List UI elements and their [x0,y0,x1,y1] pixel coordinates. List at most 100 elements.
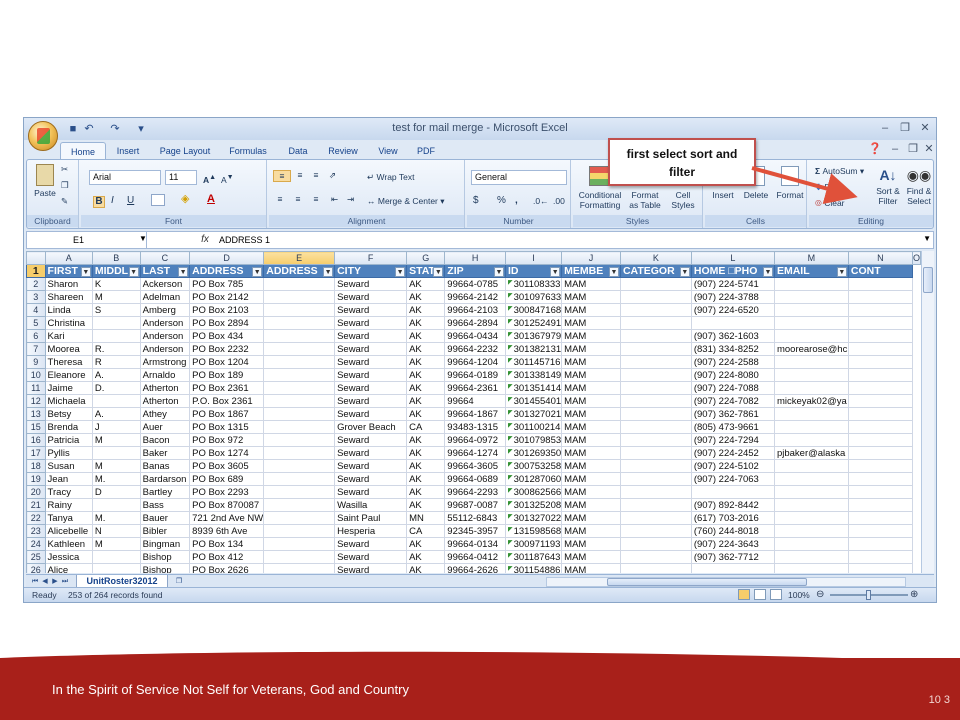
cell[interactable]: 93483-1315 [444,420,506,434]
cell[interactable]: MAM [561,498,621,512]
cell[interactable]: M [91,290,141,304]
row-header[interactable]: 5 [26,316,46,330]
cell[interactable]: 99664-2894 [444,316,506,330]
cell[interactable]: Seward [334,472,408,486]
zoom-slider-thumb[interactable] [866,590,871,600]
cell[interactable]: MAM [561,368,621,382]
cell[interactable] [263,550,336,564]
cell[interactable]: ◤301187643 [504,550,563,564]
cell[interactable]: M. [91,511,141,525]
cell[interactable]: Bishop [139,550,191,564]
cell[interactable] [263,342,336,356]
cell[interactable]: ◤301382131 [504,342,563,356]
filter-header-cell[interactable]: EMAIL ▼ [773,264,849,278]
row-header[interactable]: 20 [26,485,46,499]
cell[interactable]: (805) 473-9661 [690,420,775,434]
filter-dropdown-icon[interactable]: ▼ [493,267,504,277]
cell[interactable]: ◤301097633 [504,290,563,304]
tab-pdf[interactable]: PDF [410,142,442,160]
cell[interactable]: ◤301327022 [504,511,563,525]
cell[interactable] [773,368,849,382]
cell[interactable]: Seward [334,381,408,395]
bold-button[interactable]: B [93,196,105,208]
filter-header-cell[interactable]: LAST ▼ [139,264,191,278]
cell[interactable]: Hesperia [334,524,408,538]
cell[interactable]: MAM [561,342,621,356]
cell[interactable]: AK [406,381,446,395]
cell[interactable] [619,368,692,382]
filter-dropdown-icon[interactable]: ▼ [395,267,406,277]
cell[interactable]: ◤301252491 [504,316,563,330]
cell[interactable] [773,381,849,395]
filter-dropdown-icon[interactable]: ▼ [80,267,91,277]
filter-header-cell[interactable]: ID ▼ [504,264,563,278]
cell[interactable]: MAM [561,420,621,434]
cell[interactable] [619,394,692,408]
align-right-icon[interactable]: ≡ [309,194,323,204]
cell[interactable] [690,563,775,573]
cell[interactable]: MAM [561,394,621,408]
cell[interactable]: 8939 6th Ave [189,524,265,538]
italic-button[interactable]: I [111,196,114,206]
cell[interactable]: Bacon [139,433,191,447]
merge-center-button[interactable]: ↔ Merge & Center ▾ [367,196,445,206]
office-button[interactable] [28,121,58,151]
cell[interactable] [847,303,913,317]
cell[interactable] [773,472,849,486]
column-header[interactable]: B [91,251,141,265]
cell[interactable] [263,498,336,512]
cell[interactable] [847,537,913,551]
row-header[interactable]: 13 [26,407,46,421]
filter-header-cell[interactable]: MEMBE ▼ [561,264,621,278]
decrease-decimal-icon[interactable]: .00 [553,196,565,206]
cell[interactable]: MAM [561,472,621,486]
percent-button[interactable]: % [497,196,506,206]
cell[interactable]: (907) 224-3788 [690,290,775,304]
cell[interactable] [847,355,913,369]
cell[interactable]: 92345-3957 [444,524,506,538]
cell[interactable] [91,563,141,573]
cell[interactable]: AK [406,277,446,291]
tab-data[interactable]: Data [280,142,316,160]
cell[interactable]: 99664-0785 [444,277,506,291]
cell[interactable]: Seward [334,342,408,356]
cell[interactable] [619,381,692,395]
cell[interactable]: Linda [44,303,93,317]
cell[interactable]: AK [406,394,446,408]
cell[interactable] [773,316,849,330]
cell[interactable]: PO Box 2293 [189,485,265,499]
filter-dropdown-icon[interactable]: ▼ [128,267,139,277]
cell[interactable]: Tanya [44,511,93,525]
cell[interactable] [263,329,336,343]
cell[interactable]: AK [406,303,446,317]
row-header[interactable]: 10 [26,368,46,382]
cell[interactable]: MAM [561,290,621,304]
format-painter-icon[interactable]: ✎ [61,196,68,206]
cell[interactable] [773,563,849,573]
cell[interactable] [91,329,141,343]
cell[interactable]: PO Box 412 [189,550,265,564]
cell[interactable]: Anderson [139,329,191,343]
cell[interactable]: MAM [561,524,621,538]
cell[interactable] [773,537,849,551]
row-header[interactable]: 3 [26,290,46,304]
cell[interactable] [773,303,849,317]
paste-button[interactable]: Paste [33,164,57,198]
vertical-scroll-thumb[interactable] [923,267,933,293]
cell[interactable]: ◤301455401 [504,394,563,408]
cell[interactable] [773,485,849,499]
restore-icon[interactable]: ❐ [896,121,914,136]
filter-header-cell[interactable]: MIDDL ▼ [91,264,141,278]
cell[interactable]: CA [406,524,446,538]
cell[interactable]: (760) 244-8018 [690,524,775,538]
cell[interactable] [619,329,692,343]
cell[interactable]: ◤301100214 [504,420,563,434]
tab-home[interactable]: Home [60,142,106,160]
zoom-out-icon[interactable]: ⊖ [816,588,824,602]
cell[interactable]: Seward [334,407,408,421]
cell[interactable]: M [91,459,141,473]
cell[interactable]: M [91,433,141,447]
cell[interactable]: Kathleen [44,537,93,551]
cell[interactable] [91,498,141,512]
zoom-in-icon[interactable]: ⊕ [910,588,918,602]
